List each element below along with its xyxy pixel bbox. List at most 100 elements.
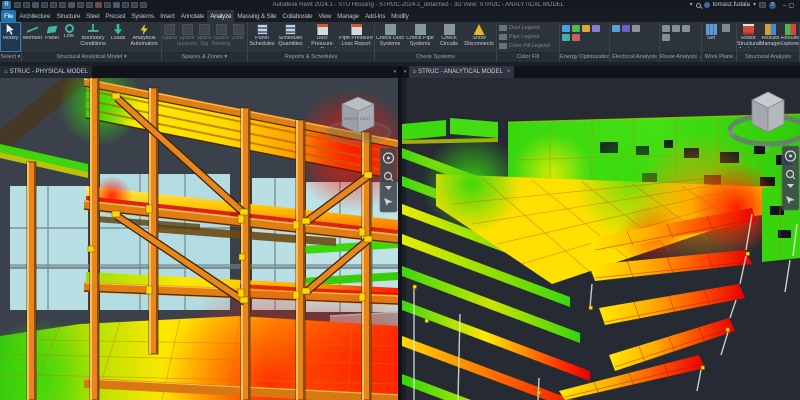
tab-struc-analytical-model[interactable]: ⌂ STRUC - ANALYTICAL MODEL × — [409, 66, 515, 78]
revit-logo-icon[interactable]: R — [2, 1, 11, 9]
ra-2-icon[interactable] — [672, 25, 680, 32]
panel-label[interactable]: Structural Analytical Model ▾ — [22, 52, 161, 62]
ribbon-tab-insert[interactable]: Insert — [157, 10, 177, 22]
tag-icon[interactable] — [95, 2, 102, 8]
eo-3-icon[interactable] — [582, 25, 590, 32]
app-menu-icon[interactable] — [14, 2, 21, 8]
viewcube-face-east[interactable]: EAST — [360, 116, 371, 121]
boundary-conditions-button[interactable]: Boundary Conditions — [77, 22, 109, 52]
app-store-icon[interactable] — [759, 2, 766, 8]
check-circuits-button[interactable]: Check Circuits — [435, 22, 463, 52]
ra-3-icon[interactable] — [682, 25, 690, 32]
loads-button[interactable]: Loads — [109, 22, 127, 52]
close-view-icon[interactable]: × — [507, 69, 511, 75]
panel-label[interactable]: Structural Analysis — [737, 52, 799, 62]
pipe-pressure-loss-report-button[interactable]: Pipe Pressure Loss Report — [339, 22, 373, 52]
analytical-automation-button[interactable]: Analytical Automation — [127, 22, 161, 52]
viewer-button[interactable] — [720, 22, 732, 52]
check-pipe-systems-button[interactable]: Check Pipe Systems — [405, 22, 435, 52]
panel-schedules-button[interactable]: Panel Schedules — [248, 22, 276, 52]
ribbon-tab-file[interactable]: File — [1, 10, 16, 22]
panel-label[interactable]: Color Fill — [497, 52, 559, 62]
show-disconnects-button[interactable]: Show Disconnects — [463, 22, 495, 52]
signed-in-user[interactable]: tomasz.fudala — [713, 2, 750, 8]
ribbon-tab-annotate[interactable]: Annotate — [178, 10, 208, 22]
eo-5-icon[interactable] — [562, 34, 570, 41]
navigation-bar[interactable] — [782, 146, 799, 210]
ribbon-tab-modify[interactable]: Modify — [388, 10, 411, 22]
check-duct-systems-button[interactable]: Check Duct Systems — [375, 22, 405, 52]
physical-model-canvas[interactable]: NORTH EAST — [0, 78, 398, 400]
navigation-bar[interactable] — [380, 148, 397, 212]
viewcube-west[interactable]: W — [728, 130, 735, 137]
eo-2-icon[interactable] — [572, 25, 580, 32]
visibility-icon[interactable] — [140, 2, 147, 8]
3d-view-icon[interactable] — [113, 2, 120, 8]
ribbon-tab-structure[interactable]: Structure — [53, 10, 83, 22]
dimension-icon[interactable] — [86, 2, 93, 8]
restore-button[interactable]: ▢ — [788, 3, 796, 9]
ribbon-tab-architecture[interactable]: Architecture — [16, 10, 53, 22]
viewport-physical-model[interactable]: NORTH EAST — [0, 78, 398, 400]
viewcube-south[interactable]: S — [765, 146, 770, 153]
ribbon-tab-precast[interactable]: Precast — [102, 10, 128, 22]
panel-label[interactable]: Electrical Analysis — [610, 52, 659, 62]
thin-lines-icon[interactable] — [131, 2, 138, 8]
ra-1-icon[interactable] — [662, 25, 670, 32]
viewcube-face-north[interactable]: NORTH — [344, 116, 358, 121]
ea-1-icon[interactable] — [612, 25, 620, 32]
ra-4-icon[interactable] — [662, 34, 670, 41]
ribbon-tab-collaborate[interactable]: Collaborate — [279, 10, 315, 22]
viewport-analytical-model[interactable]: W S E — [402, 78, 800, 400]
schedule-quantities-button[interactable]: Schedule/ Quantities — [276, 22, 305, 52]
panel-label[interactable]: Route Analysis ⌄ — [660, 52, 701, 62]
button-label: Color Fill Legend — [509, 43, 550, 49]
save-icon[interactable] — [32, 2, 39, 8]
eo-6-icon[interactable] — [572, 34, 580, 41]
text-icon[interactable] — [104, 2, 111, 8]
results-explorer-button[interactable]: Results Explorer — [781, 22, 799, 52]
ribbon-tab-analyze[interactable]: Analyze — [207, 10, 234, 22]
eo-1-icon[interactable] — [562, 25, 570, 32]
section-icon[interactable] — [122, 2, 129, 8]
ribbon-tab-massing-site[interactable]: Massing & Site — [234, 10, 279, 22]
member-button[interactable]: Member — [22, 22, 43, 52]
measure-icon[interactable] — [77, 2, 84, 8]
ea-2-icon[interactable] — [622, 25, 630, 32]
ribbon-tab-view[interactable]: View — [315, 10, 334, 22]
analytical-model-canvas[interactable]: W S E — [402, 78, 800, 400]
search-caret[interactable]: ▾ — [690, 2, 693, 8]
view-tab-label: STRUC - PHYSICAL MODEL — [10, 69, 88, 75]
user-menu-caret[interactable]: ▾ — [753, 2, 756, 8]
print-icon[interactable] — [68, 2, 75, 8]
undo-icon[interactable] — [50, 2, 57, 8]
panel-label[interactable]: Reports & Schedules — [248, 52, 374, 62]
eo-4-icon[interactable] — [592, 25, 600, 32]
window-controls[interactable]: –▢ — [783, 2, 796, 9]
panel-label[interactable]: Select ▾ — [0, 52, 21, 62]
open-icon[interactable] — [23, 2, 30, 8]
help-icon[interactable]: ? — [769, 2, 776, 9]
sync-icon[interactable] — [41, 2, 48, 8]
robot-structural-analysis-button[interactable]: Robot Structural Analysis — [737, 22, 760, 52]
user-avatar[interactable] — [704, 2, 710, 8]
panel-label[interactable]: Work Plane — [702, 52, 736, 62]
search-icon[interactable] — [696, 3, 701, 8]
ribbon-tab-systems[interactable]: Systems — [128, 10, 157, 22]
panel-label[interactable]: Spaces & Zones ▾ — [162, 52, 247, 62]
duct-pressure-loss-report-button[interactable]: Duct Pressure Loss Report — [305, 22, 339, 52]
redo-icon[interactable] — [59, 2, 66, 8]
set-button[interactable]: Set — [702, 22, 720, 52]
ribbon-tab-steel[interactable]: Steel — [83, 10, 102, 22]
link-button[interactable]: Link — [61, 22, 77, 52]
panel-label[interactable]: Check Systems — [375, 52, 496, 62]
ribbon-tab-add-ins[interactable]: Add-Ins — [362, 10, 388, 22]
modify-button[interactable]: Modify — [0, 22, 21, 52]
panel-label[interactable]: Energy Optimization — [560, 52, 609, 62]
results-manager-button[interactable]: Results Manager — [760, 22, 781, 52]
tab-struc-physical-model[interactable]: ⌂ STRUC - PHYSICAL MODEL — [0, 66, 92, 78]
panel-button[interactable]: Panel — [43, 22, 61, 52]
ea-3-icon[interactable] — [632, 25, 640, 32]
ribbon-tab-manage[interactable]: Manage — [334, 10, 362, 22]
ribbon: ModifySelect ▾MemberPanelLinkBoundary Co… — [0, 22, 800, 62]
